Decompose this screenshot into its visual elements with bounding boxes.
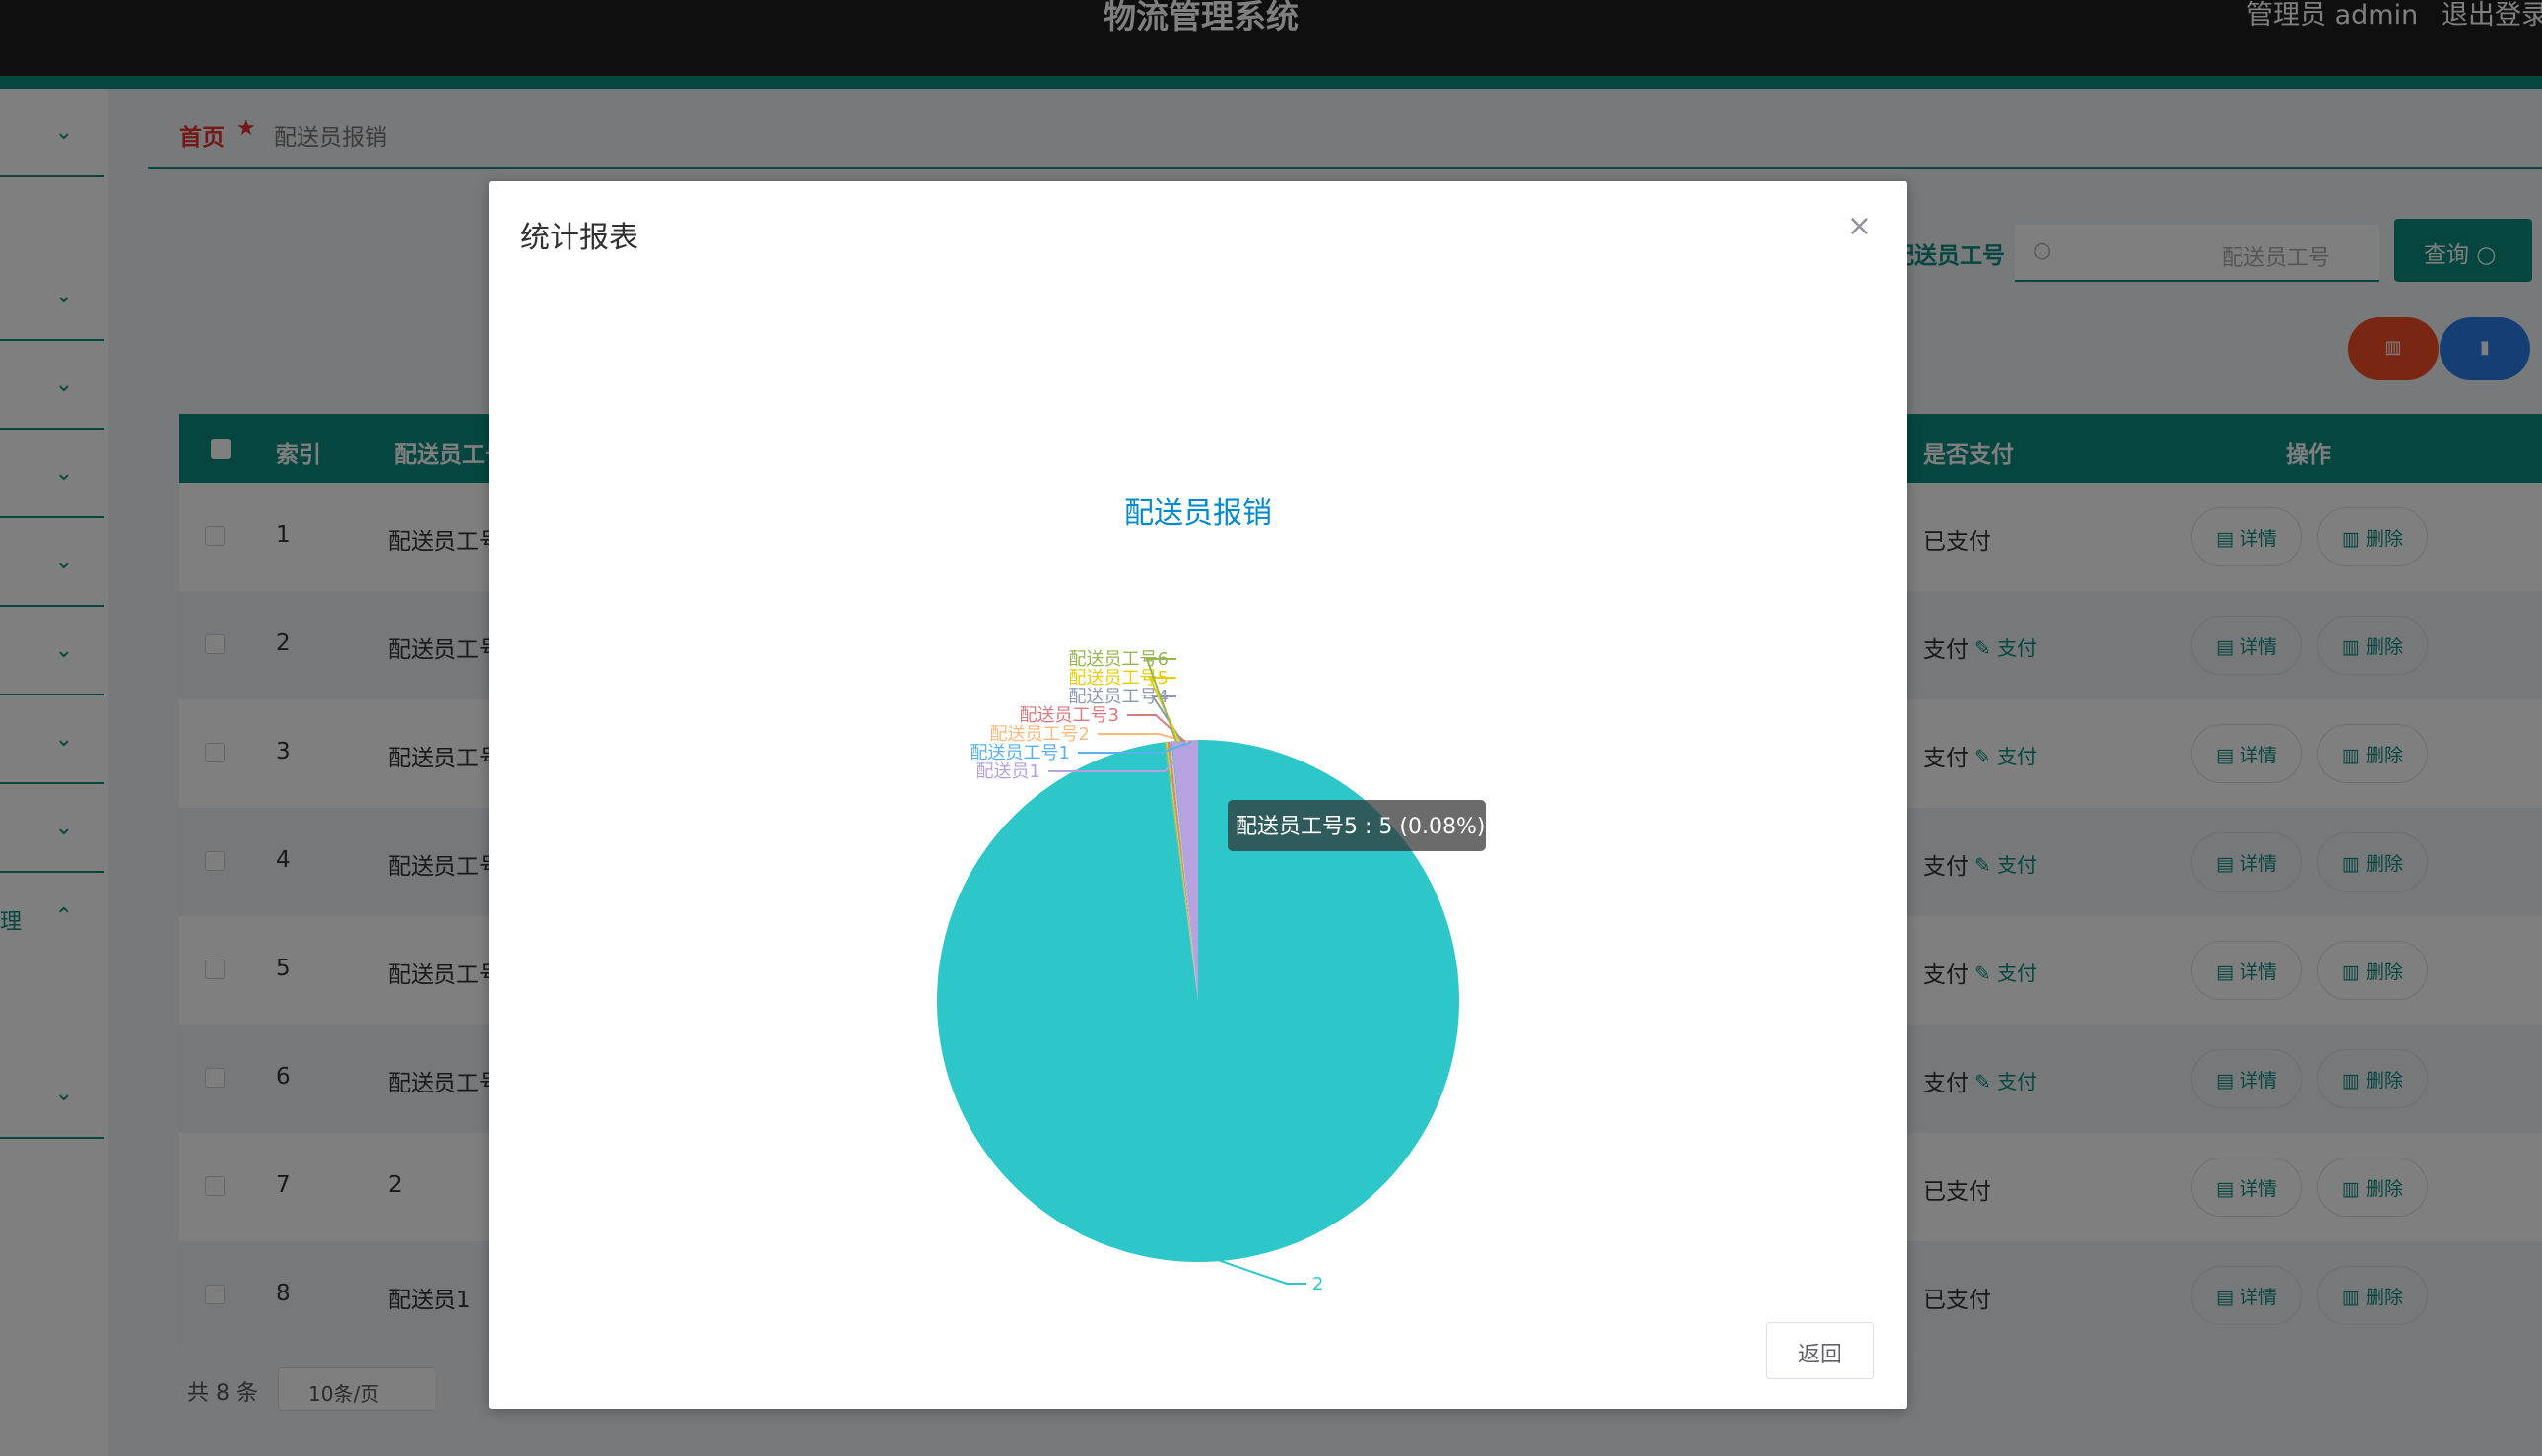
stats-dialog: 统计报表 × 配送员报销配送员1 配送员工号1 配送员工号2 配送员工号3 配送员工号4… — [489, 181, 1907, 1409]
dialog-title: 统计报表 — [520, 221, 638, 255]
slice-label: 配送员工号6 — [1069, 649, 1169, 670]
slice-label: 2 — [1312, 1274, 1323, 1294]
tooltip-text: 配送员工号5 : 5 (0.08%) — [1236, 815, 1485, 839]
chart-title: 配送员报销 — [1124, 496, 1272, 531]
pie-chart: 配送员报销配送员1配送员工号1配送员工号2配送员工号3配送员工号4配送员工号5配… — [936, 496, 1486, 1294]
slice-label: 配送员工号2 — [990, 724, 1090, 745]
slice-label: 配送员1 — [976, 761, 1040, 782]
close-icon[interactable]: × — [1847, 209, 1872, 243]
return-button[interactable]: 返回 — [1766, 1322, 1874, 1379]
slice-label: 配送员工号1 — [970, 743, 1070, 763]
chart-tooltip: 配送员工号5 : 5 (0.08%) — [1228, 800, 1486, 851]
leader-line — [1217, 1259, 1306, 1285]
slice-label: 配送员工号3 — [1020, 705, 1119, 726]
slice-label: 配送员工号4 — [1069, 687, 1169, 707]
